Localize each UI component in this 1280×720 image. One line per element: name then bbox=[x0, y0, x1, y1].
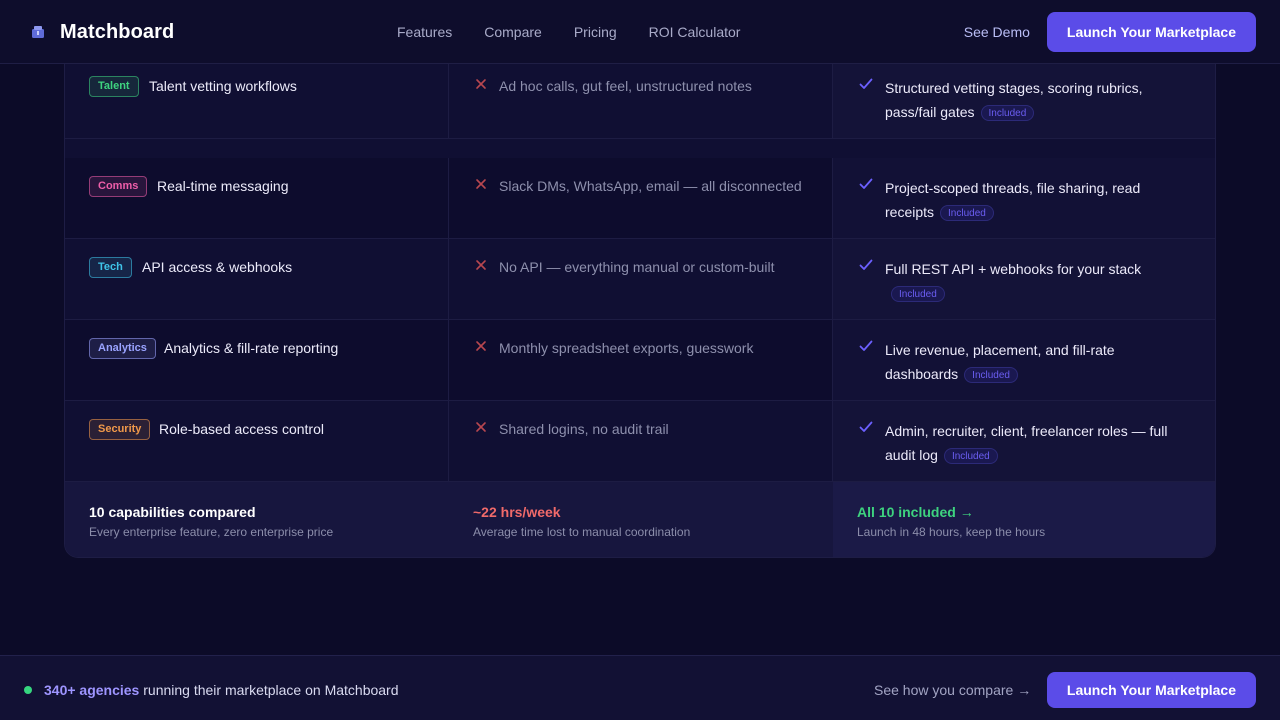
launch-marketplace-button[interactable]: Launch Your Marketplace bbox=[1046, 12, 1256, 52]
without-cell: Slack DMs, WhatsApp, email — all disconn… bbox=[449, 158, 833, 238]
nav-link-features[interactable]: Features bbox=[397, 24, 452, 40]
see-how-you-compare-link[interactable]: See how you compare → bbox=[874, 682, 1031, 698]
category-tag: Security bbox=[89, 419, 151, 440]
x-icon bbox=[476, 260, 486, 270]
logo-icon bbox=[32, 26, 44, 38]
table-row: Security Role-based access control Share… bbox=[65, 401, 1215, 482]
without-text: Slack DMs, WhatsApp, email — all disconn… bbox=[499, 178, 802, 194]
category-tag: Analytics bbox=[89, 338, 156, 359]
included-badge: Included bbox=[943, 448, 998, 464]
feature-label: Real-time messaging bbox=[157, 178, 289, 194]
top-nav: Matchboard Features Compare Pricing ROI … bbox=[0, 0, 1280, 64]
with-text: Project-scoped threads, file sharing, re… bbox=[885, 180, 1141, 221]
feature-cell: Comms Real-time messaging bbox=[65, 158, 449, 238]
summary-included: All 10 included → Launch in 48 hours, ke… bbox=[833, 482, 1215, 557]
check-icon bbox=[859, 421, 873, 432]
included-badge: Included bbox=[891, 286, 945, 302]
summary-time-lost: ~22 hrs/week Average time lost to manual… bbox=[449, 482, 833, 557]
with-cell: Project-scoped threads, file sharing, re… bbox=[833, 158, 1215, 238]
summary-total: 10 capabilities compared Every enterpris… bbox=[65, 482, 449, 557]
feature-label: Talent vetting workflows bbox=[149, 78, 297, 94]
brand-name: Matchboard bbox=[60, 20, 175, 43]
with-text: Admin, recruiter, client, freelancer rol… bbox=[885, 423, 1168, 464]
without-text: Monthly spreadsheet exports, guesswork bbox=[499, 340, 754, 356]
without-text: Ad hoc calls, gut feel, unstructured not… bbox=[499, 78, 752, 94]
social-proof-text: 340+ agencies running their marketplace … bbox=[44, 682, 399, 698]
x-icon bbox=[476, 179, 486, 189]
included-badge: Included bbox=[940, 205, 994, 221]
summary-included-title[interactable]: All 10 included → bbox=[857, 504, 974, 520]
launch-marketplace-button-bottom[interactable]: Launch Your Marketplace bbox=[1046, 672, 1256, 708]
social-proof-rest: running their marketplace on Matchboard bbox=[143, 682, 399, 698]
summary-time-lost-title: ~22 hrs/week bbox=[473, 504, 561, 520]
table-row: Tech API access & webhooks No API — ever… bbox=[65, 239, 1215, 320]
summary-time-lost-sub: Average time lost to manual coordination bbox=[473, 525, 691, 539]
with-text: Live revenue, placement, and fill-rate d… bbox=[885, 342, 1115, 383]
table-row: Comms Real-time messaging Slack DMs, Wha… bbox=[65, 158, 1215, 239]
nav-link-pricing[interactable]: Pricing bbox=[574, 24, 617, 40]
x-icon bbox=[476, 341, 486, 351]
with-cell: Admin, recruiter, client, freelancer rol… bbox=[833, 401, 1215, 481]
without-cell: No API — everything manual or custom-bui… bbox=[449, 239, 833, 319]
feature-cell: Tech API access & webhooks bbox=[65, 239, 449, 319]
nav-links: Features Compare Pricing ROI Calculator bbox=[397, 0, 772, 64]
summary-total-sub: Every enterprise feature, zero enterpris… bbox=[89, 525, 334, 539]
check-icon bbox=[859, 340, 873, 351]
feature-cell: Security Role-based access control bbox=[65, 401, 449, 481]
with-text: Full REST API + webhooks for your stackI… bbox=[885, 261, 1142, 302]
feature-cell: Talent Talent vetting workflows bbox=[65, 58, 449, 138]
live-status-dot bbox=[24, 686, 32, 694]
included-badge: Included bbox=[980, 105, 1035, 121]
summary-row: 10 capabilities compared Every enterpris… bbox=[65, 482, 1215, 557]
check-icon bbox=[859, 78, 873, 89]
without-text: Shared logins, no audit trail bbox=[499, 421, 669, 437]
feature-label: Analytics & fill-rate reporting bbox=[164, 340, 339, 356]
comparison-table: Talent Talent vetting workflows Ad hoc c… bbox=[64, 58, 1216, 558]
summary-total-title: 10 capabilities compared bbox=[89, 504, 256, 520]
table-row: Talent Talent vetting workflows Ad hoc c… bbox=[65, 58, 1215, 139]
without-cell: Ad hoc calls, gut feel, unstructured not… bbox=[449, 58, 833, 138]
category-tag: Talent bbox=[89, 76, 139, 97]
category-tag: Comms bbox=[89, 176, 148, 197]
category-tag: Tech bbox=[89, 257, 132, 278]
with-cell: Structured vetting stages, scoring rubri… bbox=[833, 58, 1215, 138]
sticky-bottom-bar: 340+ agencies running their marketplace … bbox=[0, 655, 1280, 720]
feature-label: Role-based access control bbox=[159, 421, 324, 437]
with-cell: Live revenue, placement, and fill-rate d… bbox=[833, 320, 1215, 400]
without-text: No API — everything manual or custom-bui… bbox=[499, 259, 775, 275]
nav-actions: See Demo Launch Your Marketplace bbox=[964, 12, 1256, 52]
feature-cell: Analytics Analytics & fill-rate reportin… bbox=[65, 320, 449, 400]
x-icon bbox=[476, 79, 486, 89]
nav-link-compare[interactable]: Compare bbox=[484, 24, 542, 40]
x-icon bbox=[476, 422, 486, 432]
check-icon bbox=[859, 178, 873, 189]
included-badge: Included bbox=[964, 367, 1018, 383]
table-row: Analytics Analytics & fill-rate reportin… bbox=[65, 320, 1215, 401]
see-demo-link[interactable]: See Demo bbox=[964, 24, 1030, 40]
with-cell: Full REST API + webhooks for your stackI… bbox=[833, 239, 1215, 319]
feature-label: API access & webhooks bbox=[142, 259, 293, 275]
with-text: Structured vetting stages, scoring rubri… bbox=[885, 80, 1143, 121]
agency-count: 340+ agencies bbox=[44, 682, 140, 698]
without-cell: Shared logins, no audit trail bbox=[449, 401, 833, 481]
brand[interactable]: Matchboard bbox=[30, 0, 174, 64]
check-icon bbox=[859, 259, 873, 270]
without-cell: Monthly spreadsheet exports, guesswork bbox=[449, 320, 833, 400]
nav-link-roi-calculator[interactable]: ROI Calculator bbox=[649, 24, 741, 40]
summary-included-sub: Launch in 48 hours, keep the hours bbox=[857, 525, 1046, 539]
